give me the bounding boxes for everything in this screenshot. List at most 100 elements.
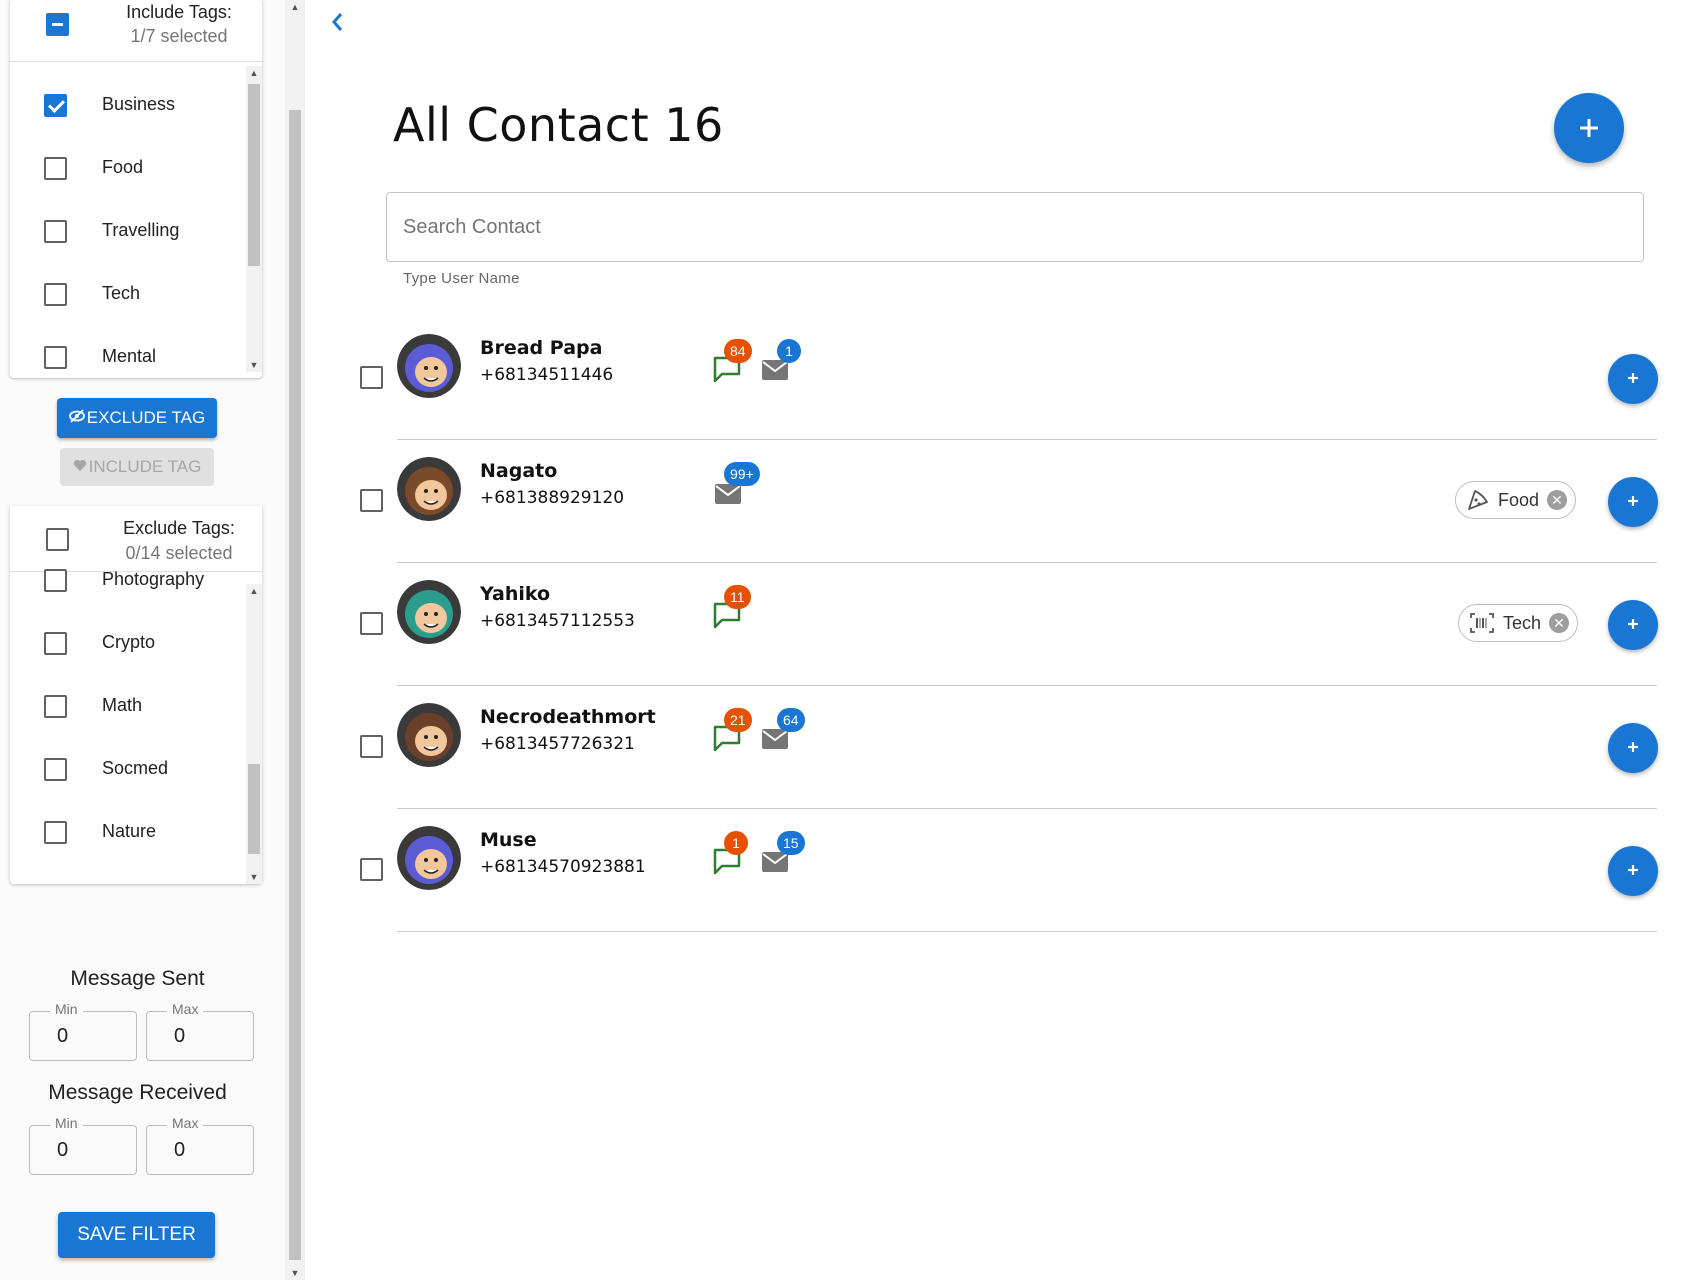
mail-icon[interactable] [761,359,791,389]
include-tag-item-food[interactable]: Food [10,137,262,200]
scroll-down-arrow-icon[interactable]: ▼ [285,1266,305,1280]
search-contact-field[interactable] [386,192,1644,262]
scroll-down-arrow-icon[interactable]: ▼ [246,358,262,372]
mail-icon[interactable] [714,483,744,513]
exclude-tag-label: Crypto [102,632,156,652]
exclude-tags-count: 0/14 selected [125,543,233,563]
plus-icon [1628,865,1638,875]
include-tag-label: Business [102,94,176,114]
contact-row[interactable]: Yahiko +6813457112553 11 Tech ✕ [357,563,1658,686]
mail-icon[interactable] [761,728,791,758]
search-input[interactable] [403,193,1623,261]
exclude-tag-checkbox[interactable] [44,569,67,592]
eye-off-icon [68,408,85,428]
message-sent-title: Message Sent [70,967,205,990]
contact-phone: +6813457112553 [480,611,635,631]
message-sent-max-field[interactable]: Max 0 [146,1001,254,1061]
message-sent-min-field[interactable]: Min 0 [29,1001,137,1061]
contact-row[interactable]: Nagato +681388929120 99+ Food ✕ [357,440,1658,563]
include-tag-checkbox[interactable] [44,283,67,306]
contact-row[interactable]: Muse +68134570923881 1 15 [357,809,1658,932]
exclude-tag-item-crypto[interactable]: Crypto [10,612,262,675]
contact-phone: +68134570923881 [480,857,646,877]
scroll-up-arrow-icon[interactable]: ▲ [246,584,262,598]
plus-icon [1628,742,1638,752]
contact-checkbox[interactable] [360,858,383,881]
scroll-down-arrow-icon[interactable]: ▼ [246,870,262,884]
chat-count-badge: 84 [724,339,752,363]
include-tag-button[interactable]: INCLUDE TAG [60,448,214,486]
message-received-max-field[interactable]: Max 0 [146,1115,254,1175]
remove-tag-icon[interactable]: ✕ [1549,613,1570,633]
include-tag-item-tech[interactable]: Tech [10,263,262,326]
include-tag-checkbox[interactable] [44,157,67,180]
scroll-up-arrow-icon[interactable]: ▲ [285,0,305,14]
chat-count-badge: 1 [724,831,748,855]
contact-checkbox[interactable] [360,735,383,758]
scrollbar-thumb[interactable] [289,110,301,1260]
include-tags-list: Business Food Travelling Tech Mental [10,74,262,378]
pizza-icon [1466,488,1490,512]
add-tag-button[interactable] [1608,723,1658,773]
add-tag-button[interactable] [1608,477,1658,527]
contact-row[interactable]: Necrodeathmort +6813457726321 21 64 [357,686,1658,809]
avatar [397,580,461,644]
include-tag-label: Mental [102,346,157,366]
include-tag-item-travelling[interactable]: Travelling [10,200,262,263]
include-tag-item-mental[interactable]: Mental [10,326,262,378]
include-tags-count: 1/7 selected [130,26,228,46]
exclude-tag-checkbox[interactable] [44,821,67,844]
chevron-left-icon[interactable] [330,8,346,43]
contact-checkbox[interactable] [360,612,383,635]
exclude-tag-item-nature[interactable]: Nature [10,801,262,864]
message-received-title: Message Received [48,1081,227,1104]
save-filter-button[interactable]: SAVE FILTER [58,1212,215,1258]
plus-icon [1628,496,1638,506]
include-tag-item-business[interactable]: Business [10,74,262,137]
field-value: 0 [57,1139,69,1161]
contact-checkbox[interactable] [360,489,383,512]
exclude-tag-checkbox[interactable] [44,758,67,781]
exclude-tag-label: Nature [102,821,157,841]
exclude-tag-button[interactable]: EXCLUDE TAG [57,398,217,438]
exclude-tag-item-socmed[interactable]: Socmed [10,738,262,801]
exclude-tag-label: Socmed [102,758,169,778]
include-tag-checkbox[interactable] [44,220,67,243]
include-tag-checkbox[interactable] [44,94,67,117]
exclude-tag-item-photography[interactable]: Photography [10,569,262,612]
exclude-tag-label: Math [102,695,143,715]
mail-icon[interactable] [761,851,791,881]
contact-checkbox[interactable] [360,366,383,389]
contact-name: Yahiko [480,583,551,605]
field-label: Max [167,1001,204,1017]
scrollbar-thumb[interactable] [248,84,260,266]
mail-count-badge: 64 [777,708,805,732]
exclude-tags-list: Photography Crypto Math Socmed Nature [10,569,262,884]
tag-chip-label: Tech [1503,612,1542,633]
exclude-tag-checkbox[interactable] [44,632,67,655]
exclude-tags-scrollbar[interactable]: ▲ ▼ [246,584,262,884]
include-tags-scrollbar[interactable]: ▲ ▼ [246,66,262,372]
contact-row[interactable]: Bread Papa +68134511446 84 1 [357,317,1658,440]
remove-tag-icon[interactable]: ✕ [1547,490,1568,510]
add-contact-button[interactable] [1554,93,1624,163]
tag-chip[interactable]: Food ✕ [1455,481,1577,519]
avatar [397,826,461,890]
exclude-tag-item-math[interactable]: Math [10,675,262,738]
exclude-tag-checkbox[interactable] [44,695,67,718]
scroll-up-arrow-icon[interactable]: ▲ [246,66,262,80]
include-tags-title: Include Tags: [126,2,232,22]
add-tag-button[interactable] [1608,846,1658,896]
contact-name: Necrodeathmort [480,706,656,728]
add-tag-button[interactable] [1608,600,1658,650]
include-tags-select-all-checkbox[interactable] [46,13,69,36]
include-tags-header: Include Tags: 1/7 selected [10,0,262,62]
sidebar-scrollbar[interactable]: ▲ ▼ [285,0,305,1280]
include-tag-checkbox[interactable] [44,346,67,369]
add-tag-button[interactable] [1608,354,1658,404]
message-received-min-field[interactable]: Min 0 [29,1115,137,1175]
tag-chip[interactable]: Tech ✕ [1458,604,1579,642]
tag-chip-label: Food [1498,489,1540,510]
exclude-tags-select-all-checkbox[interactable] [46,528,69,551]
scrollbar-thumb[interactable] [248,764,260,854]
